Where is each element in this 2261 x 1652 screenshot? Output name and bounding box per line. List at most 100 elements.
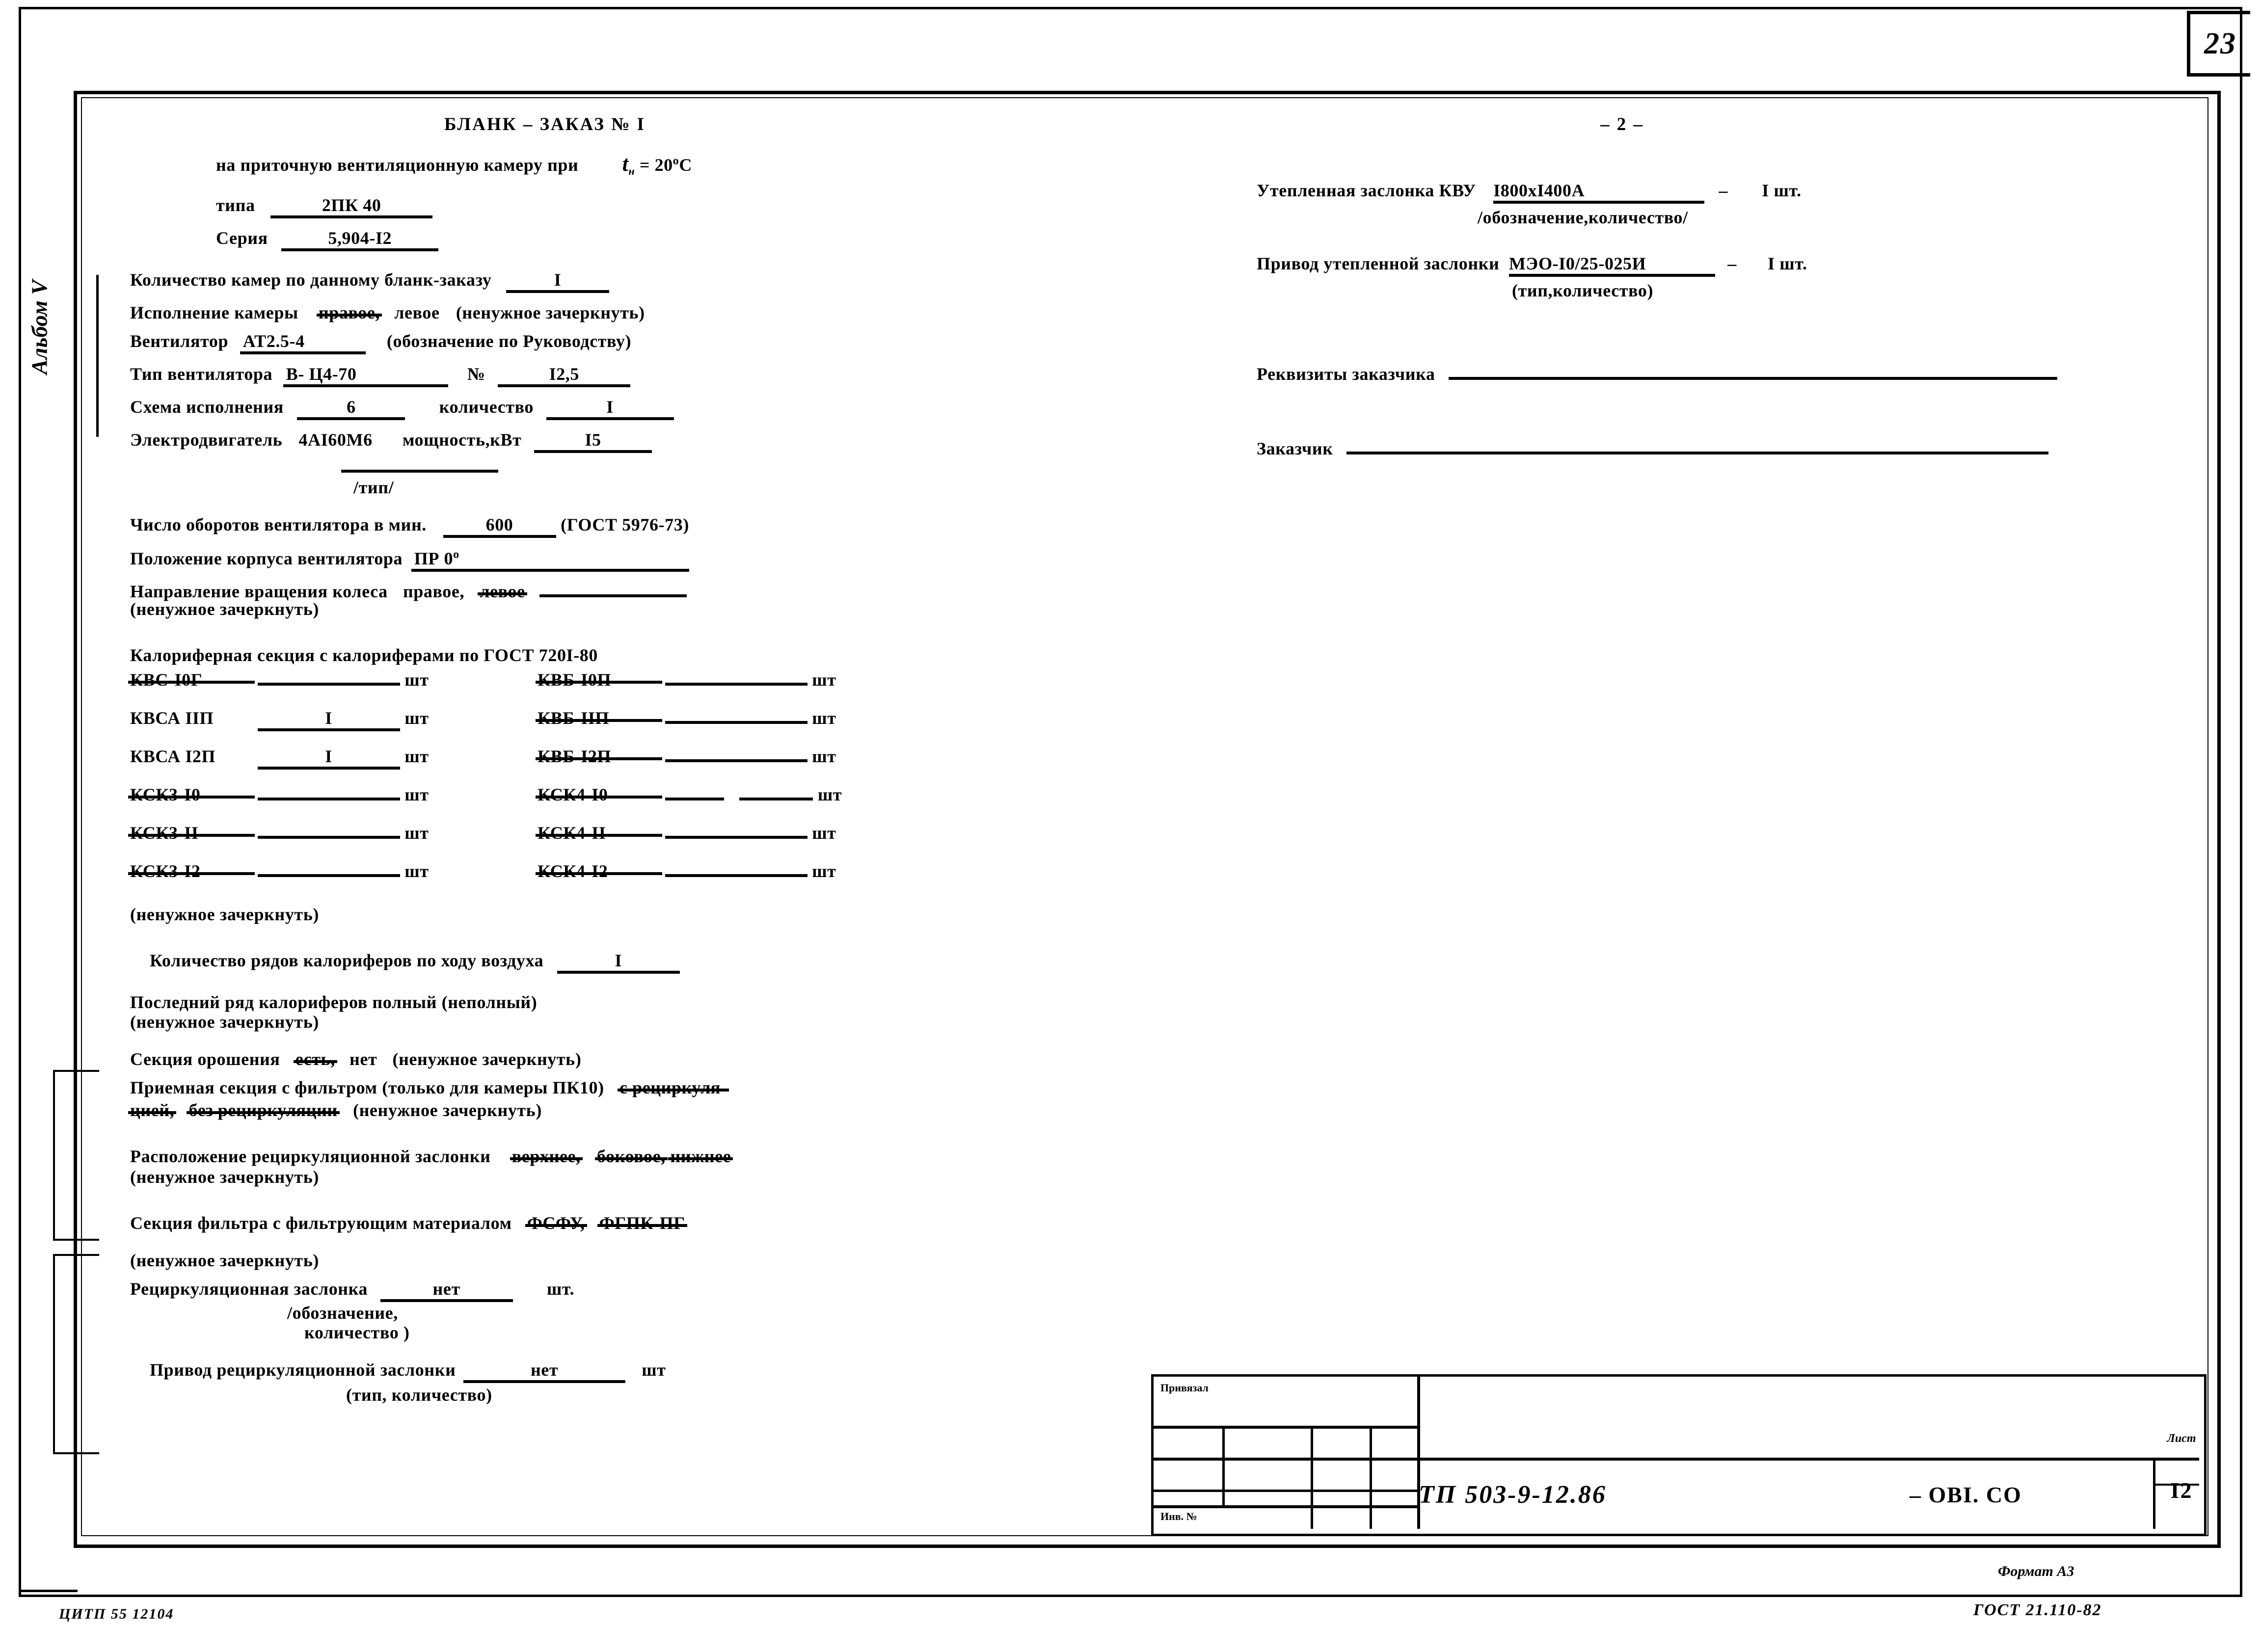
field-intake-label: Приемная секция с фильтром (только для к…: [130, 1078, 604, 1098]
field-rotation-input[interactable]: [539, 593, 687, 598]
field-camera-count-label: Количество камер по данному бланк-заказу: [130, 270, 492, 290]
field-rotation-label: Направление вращения колеса: [130, 582, 388, 602]
field-rows-count-input[interactable]: I: [557, 952, 680, 974]
stamp-mark: – ОВI. СО: [1910, 1482, 2022, 1507]
temperature-symbol: t: [622, 152, 629, 176]
field-scheme-input[interactable]: 6: [297, 398, 405, 421]
heater-label-left[interactable]: КСК3-II: [128, 824, 255, 842]
field-type-input[interactable]: 2ПК 40: [270, 196, 433, 219]
intake-option-with-recirc-cont[interactable]: цией,: [128, 1101, 177, 1119]
heater-label-right[interactable]: КСК4-I2: [536, 862, 662, 880]
intake-option-without-recirc[interactable]: без рециркуляции: [187, 1101, 340, 1119]
field-recirc-drive: Привод рециркуляционной заслонки нет шт: [150, 1360, 1092, 1384]
recirc-position-bottom[interactable]: нижнее: [668, 1147, 733, 1165]
field-insulated-damper-input[interactable]: I800xI400А: [1493, 182, 1705, 204]
recirc-position-side[interactable]: боковое,: [594, 1147, 668, 1165]
field-requisites-input[interactable]: [1449, 375, 2058, 380]
field-scheme-qty-input[interactable]: I: [546, 398, 674, 421]
field-recirc-drive-input[interactable]: нет: [463, 1361, 626, 1384]
field-housing-input[interactable]: ПР 0о: [411, 549, 689, 572]
insulated-drive-dash: –: [1727, 254, 1737, 273]
heater-input-right[interactable]: [665, 758, 808, 763]
heater-cell-right: КСК4-I2 шт: [536, 861, 945, 881]
heater-label-right[interactable]: КВБ-IIП: [536, 709, 662, 727]
heater-label-left[interactable]: КВСА I2П: [130, 747, 253, 765]
field-camera-count-input[interactable]: I: [506, 271, 610, 293]
field-recirc-damper-input[interactable]: нет: [380, 1280, 513, 1303]
heater-input-right[interactable]: [739, 796, 813, 801]
heater-input-right[interactable]: [665, 834, 808, 839]
irrigation-note: (ненужное зачеркнуть): [392, 1049, 582, 1069]
form-right-column: – 2 – Утепленная заслонка КВУ I800xI400А…: [1257, 115, 2189, 457]
heater-unit-left: шт: [404, 746, 429, 767]
filter-option-fsfu[interactable]: ФСФУ,: [525, 1214, 587, 1232]
field-rows-count-label: Количество рядов калориферов по ходу воз…: [150, 951, 544, 971]
irrigation-option-yes[interactable]: есть,: [293, 1050, 337, 1068]
field-fan-input[interactable]: АТ2.5-4: [240, 332, 366, 355]
intake-option-with-recirc[interactable]: с рециркуля-: [617, 1079, 729, 1096]
field-rpm-input[interactable]: 600: [443, 516, 556, 538]
heater-input-right-a[interactable]: [665, 796, 724, 801]
recirc-position-top[interactable]: верхнее,: [510, 1147, 583, 1165]
heater-unit-left: шт: [404, 823, 429, 843]
heater-label-right[interactable]: КСК4-II: [536, 824, 662, 842]
field-series-input[interactable]: 5,904-I2: [281, 229, 439, 252]
field-fan-number-input[interactable]: I2,5: [498, 365, 631, 388]
heater-label-left[interactable]: КСК3-I0: [128, 786, 255, 803]
field-motor-input[interactable]: 4АI60М6: [299, 430, 373, 450]
heater-row: КВСА I2П I шт КВБ-I2П шт: [130, 747, 965, 786]
heater-label-left[interactable]: КСК3-I2: [128, 862, 255, 880]
heater-note: (ненужное зачеркнуть): [130, 905, 319, 925]
heater-label-right[interactable]: КВБ-I2П: [536, 747, 662, 765]
field-type-label: типа: [216, 195, 255, 215]
filter-option-fgpk[interactable]: ФГПК-ПГ: [597, 1214, 687, 1232]
field-fan-type-input[interactable]: В- Ц4-70: [283, 365, 448, 388]
heater-input-left[interactable]: [257, 834, 400, 839]
field-camera-count: Количество камер по данному бланк-заказу…: [130, 271, 1092, 293]
field-fan-label: Вентилятор: [130, 331, 229, 351]
field-scheme-qty-label: количество: [439, 397, 534, 417]
heater-label-left[interactable]: КВС-I0Г: [128, 671, 255, 689]
heater-cell-left: КСК3-I2 шт: [128, 862, 538, 880]
heater-label-left[interactable]: КВСА IIП: [130, 709, 253, 727]
rotation-option-left[interactable]: левое: [478, 583, 528, 600]
heater-input-left[interactable]: [257, 796, 400, 801]
heater-unit-right: шт: [812, 746, 836, 767]
execution-option-right[interactable]: правое,: [316, 304, 382, 321]
field-customer-input[interactable]: [1346, 450, 2049, 454]
stamp-sheet-label: Лист: [2167, 1432, 2196, 1445]
irrigation-option-no[interactable]: нет: [350, 1049, 377, 1069]
stamp-hline-4: [1154, 1505, 1419, 1508]
heater-label-right[interactable]: КВБ-I0П: [536, 671, 662, 689]
field-series-label: Серия: [216, 228, 268, 248]
heater-cell-right: КСК4-I0 шт: [536, 786, 945, 803]
rotation-option-right[interactable]: правое,: [403, 582, 464, 601]
field-recirc-drive-unit: шт: [642, 1360, 666, 1380]
insulated-damper-dash: –: [1719, 181, 1728, 200]
execution-option-left[interactable]: левое: [394, 303, 439, 322]
heater-unit-right: шт: [812, 861, 836, 881]
stamp-vline-1: [1222, 1426, 1225, 1505]
heater-grid: КВС-I0Г шт КВБ-I0П шт КВСА IIП I шт КВБ-…: [128, 671, 965, 901]
heater-input-left[interactable]: [257, 873, 400, 878]
heater-input-right[interactable]: [665, 873, 808, 878]
heater-label-right[interactable]: КСК4-I0: [536, 786, 662, 803]
heater-input-right[interactable]: [665, 719, 808, 724]
form-subtitle-text: на приточную вентиляционную камеру при: [216, 155, 579, 175]
heater-input-left[interactable]: I: [257, 709, 400, 732]
heater-input-right[interactable]: [665, 681, 808, 686]
stamp-main-cell: ТП 503-9-12.86 – ОВI. СО: [1419, 1460, 2067, 1529]
drawing-sheet: 23 Альбом V БЛАНК – ЗАКАЗ № I на приточн…: [0, 0, 2261, 1652]
field-motor-power-input[interactable]: I5: [534, 431, 652, 453]
heater-input-left[interactable]: I: [257, 747, 400, 770]
intake-note: (ненужное зачеркнуть): [352, 1100, 542, 1120]
heater-unit-left: шт: [404, 785, 429, 805]
field-insulated-drive-input[interactable]: МЭО-I0/25-025И: [1509, 255, 1716, 277]
field-recirc-damper: Рециркуляционная заслонка нет шт.: [130, 1279, 1092, 1303]
field-recirc-damper-unit: шт.: [546, 1279, 575, 1299]
insulated-drive-note: (тип,количество): [1512, 281, 1654, 300]
recirc-position-note: (ненужное зачеркнуть): [130, 1167, 319, 1187]
field-last-row[interactable]: Последний ряд калориферов полный (неполн…: [130, 993, 1092, 1011]
heater-input-left[interactable]: [257, 681, 400, 686]
filter-note: (ненужное зачеркнуть): [130, 1251, 319, 1271]
